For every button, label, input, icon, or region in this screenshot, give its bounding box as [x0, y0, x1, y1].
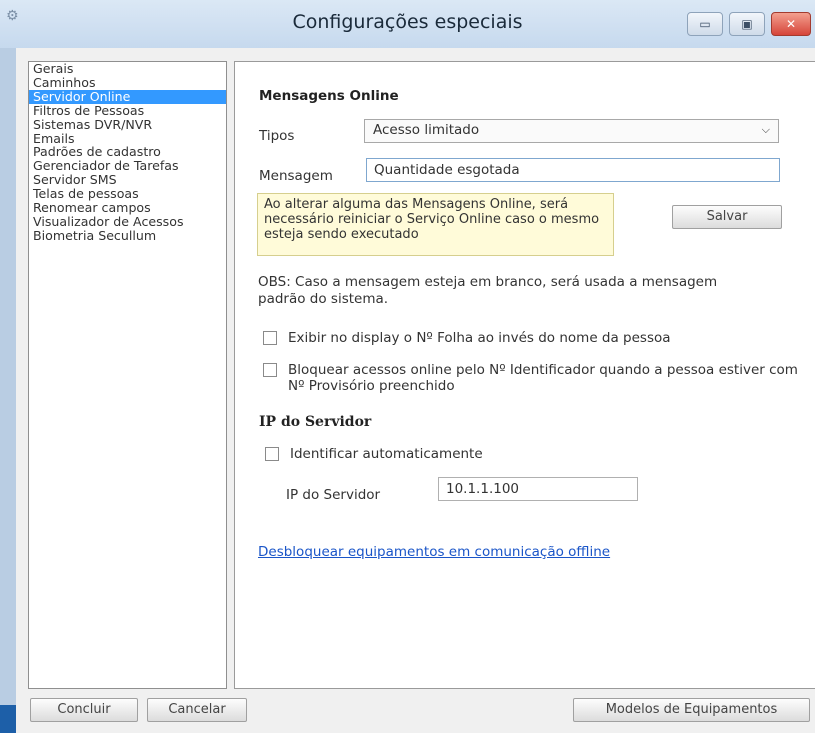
nav-item[interactable]: Gerais	[29, 62, 226, 76]
server-ip-heading: IP do Servidor	[259, 414, 372, 430]
restart-warning: Ao alterar alguma das Mensagens Online, …	[257, 193, 614, 256]
cancel-button[interactable]: Cancelar	[147, 698, 247, 722]
nav-item[interactable]: Padrões de cadastro	[29, 145, 226, 159]
nav-item[interactable]: Sistemas DVR/NVR	[29, 117, 226, 132]
types-select-value: Acesso limitado	[373, 122, 480, 138]
equipment-models-button[interactable]: Modelos de Equipamentos	[573, 698, 810, 722]
message-label: Mensagem	[259, 168, 333, 184]
maximize-icon: ▣	[741, 17, 753, 31]
show-folha-checkbox[interactable]	[263, 331, 277, 345]
save-button[interactable]: Salvar	[672, 205, 782, 229]
obs-note: OBS: Caso a mensagem esteja em branco, s…	[258, 274, 718, 307]
nav-item[interactable]: Visualizador de Acessos	[29, 215, 226, 229]
maximize-button[interactable]: ▣	[729, 12, 765, 36]
block-online-label: Bloquear acessos online pelo Nº Identifi…	[288, 362, 798, 394]
nav-item[interactable]: Caminhos	[29, 76, 226, 90]
minimize-icon: ▭	[699, 17, 711, 31]
nav-item[interactable]: Servidor SMS	[29, 173, 226, 187]
nav-item[interactable]: Telas de pessoas	[29, 187, 226, 201]
unblock-offline-link[interactable]: Desbloquear equipamentos em comunicação …	[258, 544, 610, 560]
nav-item[interactable]: Servidor Online	[29, 89, 226, 104]
message-input[interactable]: Quantidade esgotada	[366, 158, 780, 182]
server-ip-label: IP do Servidor	[286, 487, 381, 503]
nav-item[interactable]: Renomear campos	[29, 201, 226, 215]
types-select[interactable]: Acesso limitado ⌵	[364, 119, 779, 143]
nav-item[interactable]: Gerenciador de Tarefas	[29, 159, 226, 173]
title-bar: ⚙ Configurações especiais ▭ ▣ ✕	[0, 0, 815, 48]
nav-item[interactable]: Filtros de Pessoas	[29, 103, 226, 118]
types-label: Tipos	[259, 128, 295, 144]
messages-heading: Mensagens Online	[259, 88, 399, 104]
minimize-button[interactable]: ▭	[687, 12, 723, 36]
conclude-button[interactable]: Concluir	[30, 698, 138, 722]
server-ip-value: 10.1.1.100	[446, 481, 519, 497]
chevron-down-icon: ⌵	[761, 123, 770, 136]
nav-item[interactable]: Emails	[29, 131, 226, 146]
settings-nav-list[interactable]: Gerais Caminhos Servidor Online Filtros de …	[28, 61, 227, 689]
message-input-value: Quantidade esgotada	[374, 162, 520, 178]
server-ip-input[interactable]: 10.1.1.100	[438, 477, 638, 501]
close-button[interactable]: ✕	[771, 12, 811, 36]
show-folha-label: Exibir no display o Nº Folha ao invés do…	[288, 330, 671, 346]
nav-item[interactable]: Biometria Secullum	[29, 228, 226, 243]
taskbar-edge	[0, 705, 16, 733]
close-icon: ✕	[785, 17, 797, 31]
block-online-checkbox[interactable]	[263, 363, 277, 377]
window-controls: ▭ ▣ ✕	[687, 12, 811, 36]
auto-identify-label: Identificar automaticamente	[290, 446, 483, 462]
auto-identify-checkbox[interactable]	[265, 447, 279, 461]
